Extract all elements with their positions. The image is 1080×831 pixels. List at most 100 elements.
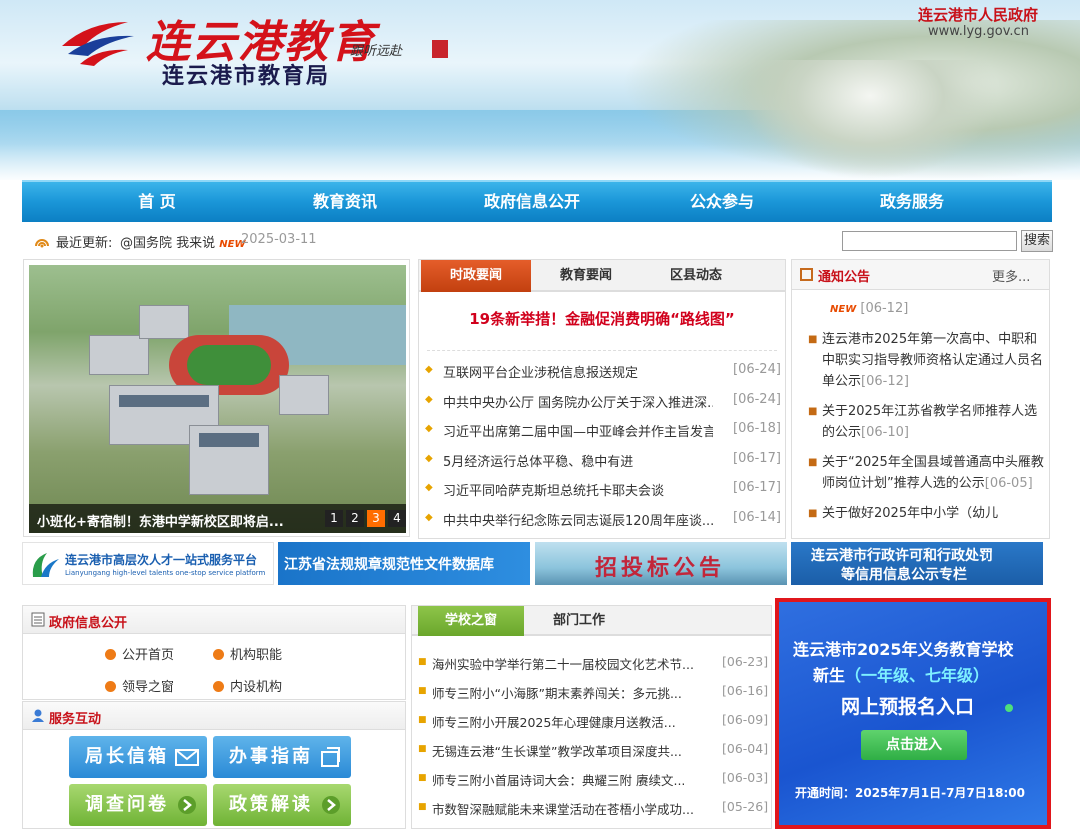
notice-item-title[interactable]: 关于做好2025年中小学（幼儿 [822, 506, 998, 521]
school-news-row[interactable]: ■ 市数智深融赋能未来课堂活动在苍梧小学成功... [05-26] [418, 799, 770, 819]
news-title[interactable]: 5月经济运行总体平稳、稳中有进 [443, 451, 713, 470]
guide-icon [321, 747, 340, 767]
slide-dot-2[interactable]: 2 [346, 510, 364, 527]
school-news-date: [06-16] [722, 683, 769, 698]
enrollment-banner[interactable]: 连云港市2025年义务教育学校 新生（一年级、七年级） 网上预报名入口 点击进入… [775, 598, 1051, 829]
gov-info-header: 政府信息公开 [23, 606, 405, 634]
enroll-line-2-prefix: 新生 [813, 666, 846, 685]
service-guide-button[interactable]: 办事指南 [213, 736, 351, 778]
school-news-row[interactable]: ■ 师专三附小首届诗词大会：典耀三附 赓续文... [06-03] [418, 770, 770, 790]
school-news-title[interactable]: 师专三附小首届诗词大会：典耀三附 赓续文... [432, 770, 704, 789]
slide-caption[interactable]: 小班化+寄宿制！东港中学新校区即将启... [37, 511, 284, 530]
news-headline[interactable]: 19条新举措！金融促消费明确“路线图” [419, 308, 785, 329]
seal-icon [432, 40, 448, 58]
gov-name-link[interactable]: 连云港市人民政府 [918, 4, 1038, 25]
nav-item-home[interactable]: 首 页 [102, 182, 212, 222]
bullet-icon [213, 649, 224, 660]
credit-banner[interactable]: 连云港市行政许可和行政处罚 等信用信息公示专栏 [791, 542, 1043, 585]
notice-item-title[interactable]: 关于2025年江苏省教学名师推荐人选的公示 [822, 404, 1037, 440]
search-input[interactable] [842, 231, 1017, 251]
notice-item[interactable]: ■ 连云港市2025年第一次高中、中职和中职实习指导教师资格认定通过人员名单公示[… [808, 329, 1048, 392]
notice-item-title[interactable]: 连云港市2025年第一次高中、中职和中职实习指导教师资格认定通过人员名单公示 [822, 332, 1043, 389]
news-row[interactable]: ◆ 习近平出席第二届中国—中亚峰会并作主旨发言 [06-18] [425, 421, 783, 441]
school-news-row[interactable]: ■ 无锡连云港“生长课堂”教学改革项目深度共... [06-04] [418, 741, 770, 761]
school-news-title[interactable]: 师专三附小“小海豚”期末素养闯关：多元挑... [432, 683, 704, 702]
notice-item[interactable]: ■ 关于“2025年全国县域普通高中头雁教师岗位计划”推荐人选的公示[06-05] [808, 452, 1048, 494]
education-logo-icon [62, 22, 134, 66]
link-public-home[interactable]: 公开首页 [105, 644, 174, 663]
nav-item-education-news[interactable]: 教育资讯 [290, 182, 400, 222]
tab-politics[interactable]: 时政要闻 [421, 260, 531, 292]
diamond-icon: ◆ [425, 364, 433, 375]
news-row[interactable]: ◆ 习近平同哈萨克斯坦总统托卡耶夫会谈 [06-17] [425, 480, 783, 500]
gov-url-link[interactable]: www.lyg.gov.cn [928, 24, 1029, 39]
tender-banner[interactable]: 招投标公告 [535, 542, 787, 585]
link-institution-function[interactable]: 机构职能 [213, 644, 282, 663]
link-leadership[interactable]: 领导之窗 [105, 676, 174, 695]
news-row[interactable]: ◆ 互联网平台企业涉税信息报送规定 [06-24] [425, 362, 783, 382]
school-news-title[interactable]: 师专三附小开展2025年心理健康月送教活... [432, 712, 704, 731]
link-internal-org[interactable]: 内设机构 [213, 676, 282, 695]
slide-caption-bar: 小班化+寄宿制！东港中学新校区即将启... 1 2 3 4 [29, 504, 406, 533]
school-news-panel: 学校之窗 部门工作 ■ 海州实验中学举行第二十一届校园文化艺术节... [06-23… [411, 605, 772, 829]
slide-dot-3[interactable]: 3 [367, 510, 385, 527]
news-title[interactable]: 习近平同哈萨克斯坦总统托卡耶夫会谈 [443, 480, 713, 499]
enroll-time: 开通时间：2025年7月1日-7月7日18:00 [795, 786, 1025, 800]
notice-item[interactable]: ■ 关于做好2025年中小学（幼儿 [808, 503, 1048, 524]
notice-top-item[interactable]: NEW [06-12] [808, 298, 1048, 320]
policy-interpretation-button[interactable]: 政策解读 [213, 784, 351, 826]
tab-department-work[interactable]: 部门工作 [526, 606, 632, 636]
tab-school-window[interactable]: 学校之窗 [418, 606, 524, 636]
roof [119, 395, 209, 407]
talent-subtitle: Lianyungang high-level talents one-stop … [65, 569, 266, 577]
bullet-icon [105, 681, 116, 692]
notice-header: 通知公告 更多... [792, 260, 1049, 290]
update-label: 最近更新: [56, 236, 113, 251]
sports-field [187, 345, 271, 385]
user-icon [32, 709, 44, 722]
enroll-line-1: 连云港市2025年义务教育学校 [793, 640, 1014, 659]
tab-district[interactable]: 区县动态 [641, 260, 751, 292]
news-title[interactable]: 习近平出席第二届中国—中亚峰会并作主旨发言 [443, 421, 713, 440]
notice-title: 通知公告 [818, 270, 871, 285]
nav-item-gov-info[interactable]: 政府信息公开 [462, 182, 602, 222]
notice-items: ■ 连云港市2025年第一次高中、中职和中职实习指导教师资格认定通过人员名单公示[… [808, 329, 1048, 524]
slide-dot-1[interactable]: 1 [325, 510, 343, 527]
director-mailbox-button[interactable]: 局长信箱 [69, 736, 207, 778]
update-text[interactable]: @国务院 我来说 [120, 236, 215, 251]
more-link[interactable]: 更多... [992, 266, 1030, 285]
news-date: [06-24] [733, 391, 781, 407]
news-title[interactable]: 中共中央办公厅 国务院办公厅关于深入推进深... [443, 392, 713, 411]
school-news-row[interactable]: ■ 师专三附小开展2025年心理健康月送教活... [06-09] [418, 712, 770, 732]
link-label: 领导之窗 [122, 680, 175, 695]
school-campus-photo[interactable] [29, 265, 406, 533]
news-row[interactable]: ◆ 5月经济运行总体平稳、稳中有进 [06-17] [425, 451, 783, 471]
school-news-row[interactable]: ■ 海州实验中学举行第二十一届校园文化艺术节... [06-23] [418, 654, 770, 674]
enroll-enter-button[interactable]: 点击进入 [861, 730, 967, 760]
update-link[interactable]: @国务院 我来说 NEW [120, 232, 246, 251]
school-news-title[interactable]: 海州实验中学举行第二十一届校园文化艺术节... [432, 654, 704, 673]
survey-button[interactable]: 调查问卷 [69, 784, 207, 826]
news-row[interactable]: ◆ 中共中央举行纪念陈云同志诞辰120周年座谈... [06-14] [425, 510, 783, 530]
slide-dot-4[interactable]: 4 [388, 510, 406, 527]
school-news-row[interactable]: ■ 师专三附小“小海豚”期末素养闯关：多元挑... [06-16] [418, 683, 770, 703]
law-database-banner[interactable]: 江苏省法规规章规范性文件数据库 [278, 542, 530, 585]
building-block [279, 375, 329, 415]
link-label: 机构职能 [230, 648, 283, 663]
news-row[interactable]: ◆ 中共中央办公厅 国务院办公厅关于深入推进深... [06-24] [425, 392, 783, 412]
nav-item-gov-service[interactable]: 政务服务 [857, 182, 967, 222]
school-news-title[interactable]: 市数智深融赋能未来课堂活动在苍梧小学成功... [432, 799, 704, 818]
link-label: 内设机构 [230, 680, 283, 695]
school-news-title[interactable]: 无锡连云港“生长课堂”教学改革项目深度共... [432, 741, 704, 760]
button-label: 办事指南 [229, 746, 313, 767]
school-news-date: [05-26] [722, 799, 769, 814]
news-title[interactable]: 中共中央举行纪念陈云同志诞辰120周年座谈... [443, 510, 713, 529]
tab-education[interactable]: 教育要闻 [531, 260, 641, 292]
search-button[interactable]: 搜索 [1021, 230, 1053, 252]
status-dot-icon [1005, 704, 1013, 712]
school-news-date: [06-09] [722, 712, 769, 727]
notice-item[interactable]: ■ 关于2025年江苏省教学名师推荐人选的公示[06-10] [808, 401, 1048, 443]
talent-platform-banner[interactable]: 连云港市高层次人才一站式服务平台 Lianyungang high-level … [22, 542, 274, 585]
nav-item-public-participation[interactable]: 公众参与 [667, 182, 777, 222]
news-title[interactable]: 互联网平台企业涉税信息报送规定 [443, 362, 713, 381]
